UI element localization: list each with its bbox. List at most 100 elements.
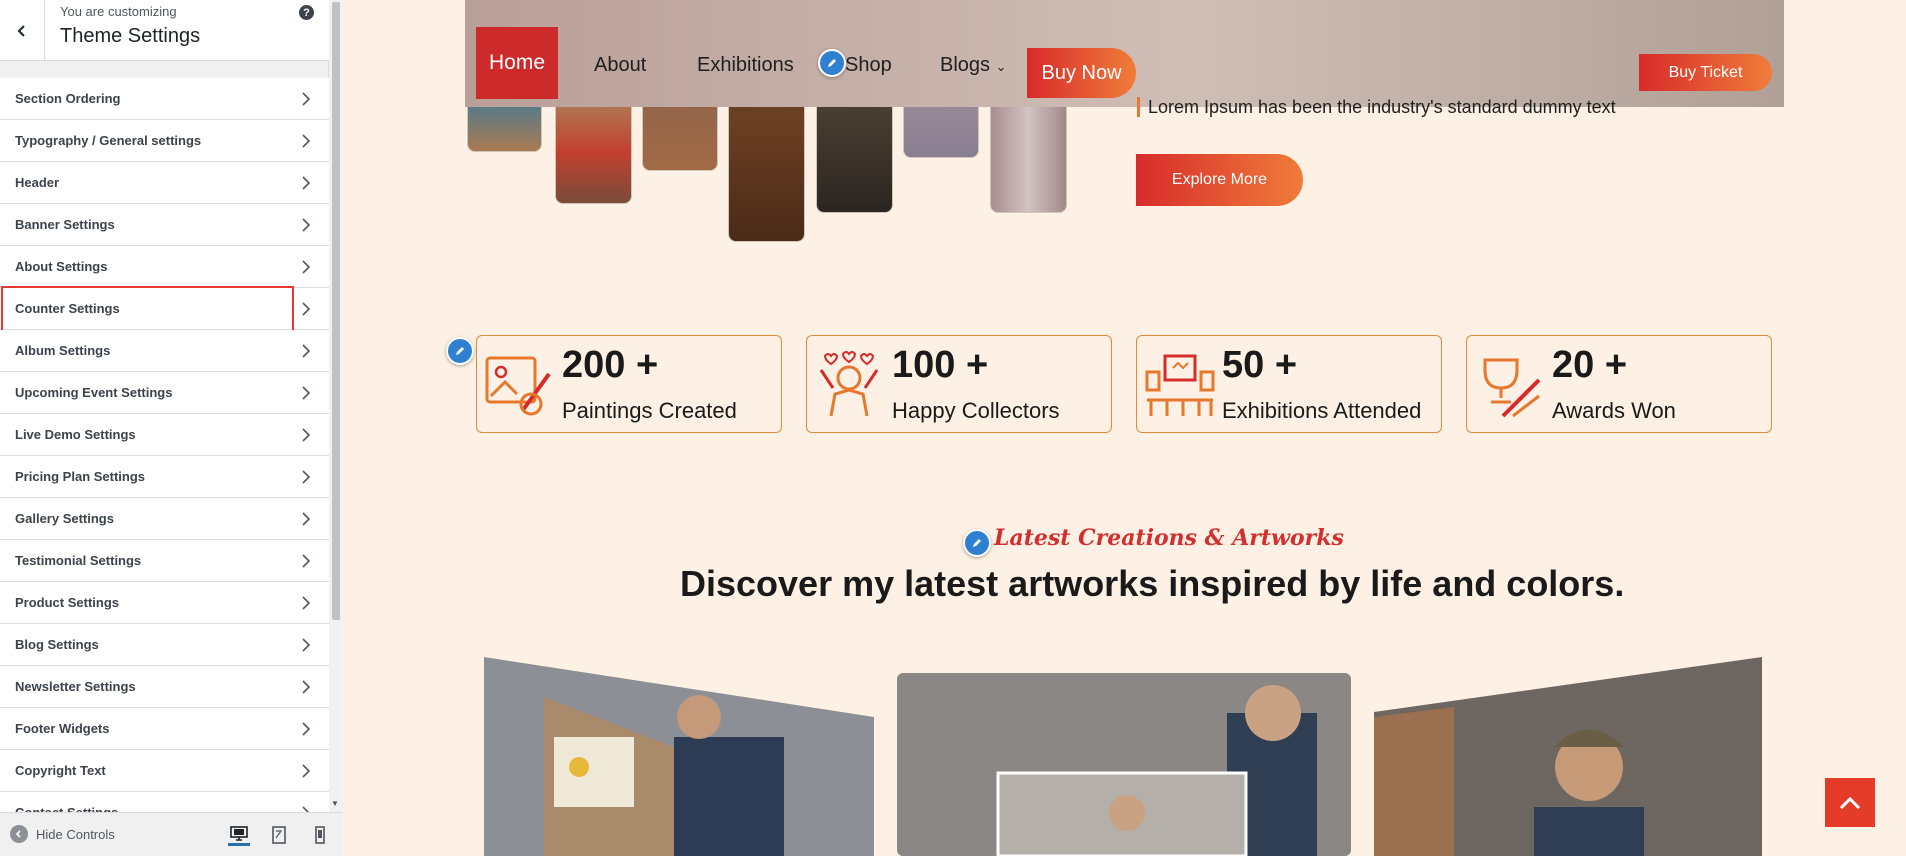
section-footer-widgets[interactable]: Footer Widgets (0, 708, 329, 750)
counter-card: 200 + Paintings Created (476, 335, 782, 433)
hide-controls-label: Hide Controls (36, 826, 115, 842)
collapse-icon (10, 825, 28, 843)
section-typography-general-settings[interactable]: Typography / General settings (0, 120, 329, 162)
help-icon[interactable]: ? (299, 5, 314, 20)
section-label: Typography / General settings (15, 133, 202, 148)
exhibition-icon (1145, 354, 1215, 416)
chevron-right-icon (302, 554, 311, 568)
section-label: Header (15, 175, 60, 190)
artwork-image (1374, 657, 1762, 856)
chevron-right-icon (302, 428, 311, 442)
chevron-right-icon (302, 92, 311, 106)
collectors-icon (819, 351, 879, 417)
nav-exhibitions-link[interactable]: Exhibitions (697, 54, 794, 77)
artwork-image (484, 657, 874, 856)
nav-blogs-link[interactable]: Blogs ⌄ (940, 54, 1007, 77)
section-pricing-plan-settings[interactable]: Pricing Plan Settings (0, 456, 329, 498)
section-copyright-text[interactable]: Copyright Text (0, 750, 329, 792)
chevron-right-icon (302, 176, 311, 190)
section-heading: Discover my latest artworks inspired by … (680, 563, 1625, 604)
section-section-ordering[interactable]: Section Ordering (0, 78, 329, 120)
chevron-right-icon (302, 806, 310, 812)
section-label: Footer Widgets (15, 721, 110, 736)
buy-ticket-button[interactable]: Buy Ticket (1639, 54, 1772, 91)
counter-card: 50 + Exhibitions Attended (1136, 335, 1442, 433)
chevron-right-icon (302, 722, 311, 736)
nav-about-link[interactable]: About (594, 54, 646, 77)
section-upcoming-event-settings[interactable]: Upcoming Event Settings (0, 372, 329, 414)
section-header[interactable]: Header (0, 162, 329, 204)
nav-blogs-label: Blogs (940, 54, 991, 76)
explore-more-button[interactable]: Explore More (1136, 154, 1303, 206)
scroll-down-arrow-icon[interactable]: ▼ (331, 799, 339, 808)
nav-home-link[interactable]: Home (476, 27, 558, 99)
section-label: Counter Settings (15, 301, 120, 316)
tablet-preview-button[interactable] (268, 824, 290, 846)
hero-feature-text: Lorem Ipsum has been the industry's stan… (1137, 97, 1616, 117)
section-label: Contact Settings (15, 805, 118, 812)
section-about-settings[interactable]: About Settings (0, 246, 329, 288)
section-product-settings[interactable]: Product Settings (0, 582, 329, 624)
chevron-right-icon (302, 302, 311, 316)
counter-card: 20 + Awards Won (1466, 335, 1772, 433)
hide-controls-button[interactable]: Hide Controls (10, 825, 115, 843)
counter-label: Happy Collectors (892, 398, 1060, 423)
counter-label: Exhibitions Attended (1222, 398, 1422, 423)
back-button[interactable] (0, 0, 45, 61)
award-icon (1483, 358, 1541, 418)
section-tagline: Latest Creations & Artworks (994, 525, 1344, 551)
chevron-right-icon (302, 134, 311, 148)
section-label: Product Settings (15, 595, 120, 610)
section-label: Testimonial Settings (15, 553, 142, 568)
nav-shop-link[interactable]: Shop (845, 54, 892, 77)
buy-now-button[interactable]: Buy Now (1027, 48, 1136, 98)
edit-shortcut-icon[interactable] (446, 337, 474, 365)
counter-number: 20 + (1552, 344, 1628, 386)
desktop-preview-button[interactable] (228, 824, 250, 846)
section-testimonial-settings[interactable]: Testimonial Settings (0, 540, 329, 582)
scroll-to-top-button[interactable] (1825, 778, 1875, 827)
section-label: Newsletter Settings (15, 679, 136, 694)
section-gallery-settings[interactable]: Gallery Settings (0, 498, 329, 540)
section-label: Album Settings (15, 343, 111, 358)
desktop-icon (230, 825, 248, 841)
sidebar-scrollbar-thumb[interactable] (332, 2, 340, 620)
customizer-sidebar: You are customizing Theme Settings ? Sec… (0, 0, 342, 856)
panel-title: Theme Settings (60, 25, 201, 47)
section-label: Gallery Settings (15, 511, 114, 526)
chevron-down-icon: ⌄ (995, 59, 1007, 74)
section-label: Upcoming Event Settings (15, 385, 173, 400)
chevron-right-icon (302, 260, 311, 274)
chevron-right-icon (302, 596, 311, 610)
counter-number: 50 + (1222, 344, 1298, 386)
section-label: Copyright Text (15, 763, 106, 778)
section-newsletter-settings[interactable]: Newsletter Settings (0, 666, 329, 708)
chevron-right-icon (302, 764, 311, 778)
customizing-label: You are customizing (60, 4, 177, 19)
section-label: Banner Settings (15, 217, 115, 232)
counter-label: Paintings Created (562, 398, 737, 423)
section-album-settings[interactable]: Album Settings (0, 330, 329, 372)
section-blog-settings[interactable]: Blog Settings (0, 624, 329, 666)
section-label: Section Ordering (15, 91, 121, 106)
section-label: About Settings (15, 259, 108, 274)
counter-number: 100 + (892, 344, 989, 386)
chevron-right-icon (302, 680, 311, 694)
customizer-header: You are customizing Theme Settings ? (0, 0, 329, 61)
chevron-right-icon (302, 470, 311, 484)
tablet-icon (272, 826, 286, 844)
section-list: Section Ordering Typography / General set… (0, 78, 329, 812)
section-counter-settings[interactable]: Counter Settings (0, 286, 329, 350)
chevron-right-icon (302, 386, 311, 400)
section-contact-settings[interactable]: Contact Settings (0, 792, 329, 812)
customizer-footer: Hide Controls (0, 812, 342, 856)
mobile-preview-button[interactable] (309, 824, 331, 846)
section-label: Blog Settings (15, 637, 99, 652)
chevron-up-icon (1839, 796, 1861, 809)
edit-shortcut-icon[interactable] (963, 529, 991, 557)
edit-shortcut-icon[interactable] (818, 49, 846, 77)
section-banner-settings[interactable]: Banner Settings (0, 204, 329, 246)
artwork-image (897, 673, 1351, 856)
chevron-right-icon (302, 344, 311, 358)
section-live-demo-settings[interactable]: Live Demo Settings (0, 414, 329, 456)
